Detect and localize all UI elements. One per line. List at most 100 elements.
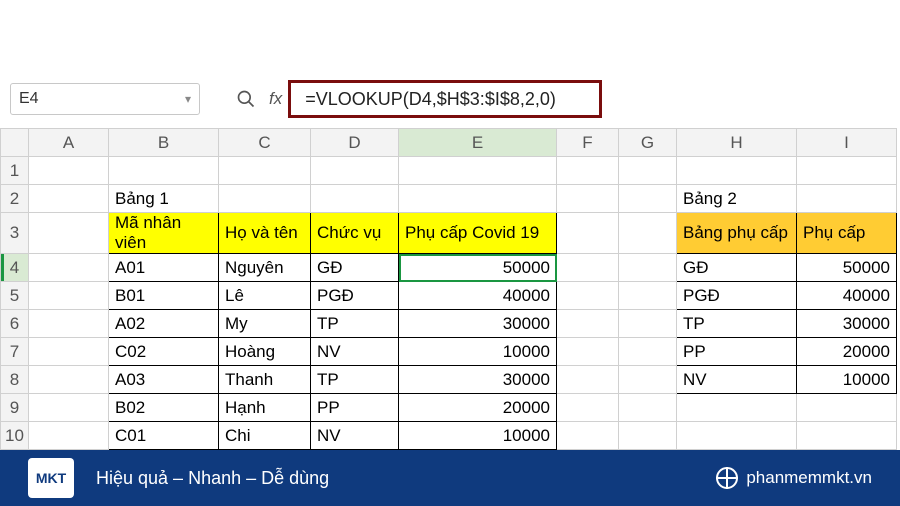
spreadsheet-grid[interactable]: ABCDEFGHI12Bảng 1Bảng 23Mã nhân viênHọ v… [0,128,900,450]
cell-G6[interactable] [619,310,677,338]
row-header-9[interactable]: 9 [1,394,29,422]
cell-E3[interactable]: Phụ cấp Covid 19 [399,213,557,254]
row-header-5[interactable]: 5 [1,282,29,310]
col-header-E[interactable]: E [399,129,557,157]
cell-E7[interactable]: 10000 [399,338,557,366]
row-header-10[interactable]: 10 [1,422,29,450]
cell-G5[interactable] [619,282,677,310]
cell-A10[interactable] [29,422,109,450]
cell-F4[interactable] [557,254,619,282]
row-header-6[interactable]: 6 [1,310,29,338]
cell-B3[interactable]: Mã nhân viên [109,213,219,254]
cell-F7[interactable] [557,338,619,366]
magnify-icon[interactable] [235,88,257,110]
col-header-I[interactable]: I [797,129,897,157]
cell-C9[interactable]: Hạnh [219,394,311,422]
cell-D3[interactable]: Chức vụ [311,213,399,254]
cell-I3[interactable]: Phụ cấp [797,213,897,254]
cell-A7[interactable] [29,338,109,366]
cell-H6[interactable]: TP [677,310,797,338]
col-header-D[interactable]: D [311,129,399,157]
row-header-8[interactable]: 8 [1,366,29,394]
col-header-C[interactable]: C [219,129,311,157]
cell-B1[interactable] [109,157,219,185]
cell-B9[interactable]: B02 [109,394,219,422]
fx-label[interactable]: fx [269,89,282,109]
cell-H2[interactable]: Bảng 2 [677,185,797,213]
cell-C4[interactable]: Nguyên [219,254,311,282]
cell-G1[interactable] [619,157,677,185]
cell-F5[interactable] [557,282,619,310]
cell-A8[interactable] [29,366,109,394]
row-header-1[interactable]: 1 [1,157,29,185]
cell-D6[interactable]: TP [311,310,399,338]
cell-H4[interactable]: GĐ [677,254,797,282]
cell-D10[interactable]: NV [311,422,399,450]
cell-A3[interactable] [29,213,109,254]
cell-D4[interactable]: GĐ [311,254,399,282]
cell-C3[interactable]: Họ và tên [219,213,311,254]
cell-E1[interactable] [399,157,557,185]
cell-G4[interactable] [619,254,677,282]
cell-E10[interactable]: 10000 [399,422,557,450]
cell-A4[interactable] [29,254,109,282]
cell-A1[interactable] [29,157,109,185]
cell-D2[interactable] [311,185,399,213]
cell-E8[interactable]: 30000 [399,366,557,394]
cell-C10[interactable]: Chi [219,422,311,450]
cell-E6[interactable]: 30000 [399,310,557,338]
cell-E4[interactable]: 50000 [399,254,557,282]
name-box[interactable]: E4 ▾ [10,83,200,115]
cell-G10[interactable] [619,422,677,450]
cell-A6[interactable] [29,310,109,338]
cell-H10[interactable] [677,422,797,450]
cell-B2[interactable]: Bảng 1 [109,185,219,213]
cell-I6[interactable]: 30000 [797,310,897,338]
col-header-F[interactable]: F [557,129,619,157]
cell-D7[interactable]: NV [311,338,399,366]
cell-F6[interactable] [557,310,619,338]
col-header-B[interactable]: B [109,129,219,157]
formula-input[interactable]: =VLOOKUP(D4,$H$3:$I$8,2,0) [288,80,602,118]
cell-C1[interactable] [219,157,311,185]
row-header-4[interactable]: 4 [1,254,29,282]
cell-D9[interactable]: PP [311,394,399,422]
cell-F8[interactable] [557,366,619,394]
cell-F9[interactable] [557,394,619,422]
cell-H9[interactable] [677,394,797,422]
cell-H7[interactable]: PP [677,338,797,366]
cell-F10[interactable] [557,422,619,450]
cell-I10[interactable] [797,422,897,450]
cell-G7[interactable] [619,338,677,366]
cell-F3[interactable] [557,213,619,254]
cell-F2[interactable] [557,185,619,213]
cell-I5[interactable]: 40000 [797,282,897,310]
cell-D5[interactable]: PGĐ [311,282,399,310]
cell-H1[interactable] [677,157,797,185]
cell-C6[interactable]: My [219,310,311,338]
cell-D8[interactable]: TP [311,366,399,394]
cell-B6[interactable]: A02 [109,310,219,338]
cell-E5[interactable]: 40000 [399,282,557,310]
cell-H8[interactable]: NV [677,366,797,394]
cell-G8[interactable] [619,366,677,394]
cell-A5[interactable] [29,282,109,310]
select-all-cell[interactable] [1,129,29,157]
cell-C5[interactable]: Lê [219,282,311,310]
col-header-H[interactable]: H [677,129,797,157]
cell-A9[interactable] [29,394,109,422]
col-header-G[interactable]: G [619,129,677,157]
cell-I2[interactable] [797,185,897,213]
cell-A2[interactable] [29,185,109,213]
cell-F1[interactable] [557,157,619,185]
cell-C8[interactable]: Thanh [219,366,311,394]
cell-G2[interactable] [619,185,677,213]
cell-I4[interactable]: 50000 [797,254,897,282]
cell-E9[interactable]: 20000 [399,394,557,422]
cell-B5[interactable]: B01 [109,282,219,310]
cell-C2[interactable] [219,185,311,213]
cell-B8[interactable]: A03 [109,366,219,394]
cell-C7[interactable]: Hoàng [219,338,311,366]
cell-I8[interactable]: 10000 [797,366,897,394]
cell-I7[interactable]: 20000 [797,338,897,366]
